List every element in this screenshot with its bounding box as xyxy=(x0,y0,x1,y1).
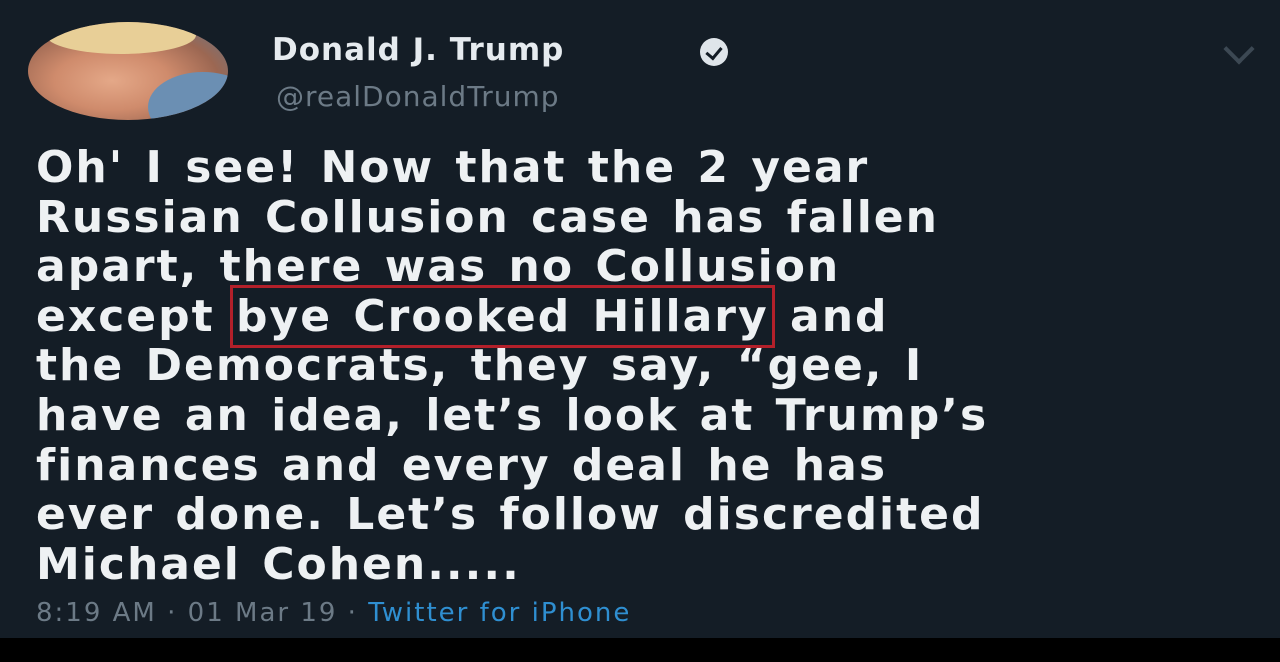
tweet-text-line: have an idea, let’s look at Trump’s xyxy=(36,389,989,441)
avatar[interactable] xyxy=(28,22,228,120)
tweet-meta: 8:19 AM · 01 Mar 19 · Twitter for iPhone xyxy=(36,598,631,628)
author-handle[interactable]: @realDonaldTrump xyxy=(276,80,560,113)
tweet-card: Donald J. Trump @realDonaldTrump Oh' I s… xyxy=(0,0,1280,638)
verified-badge-icon xyxy=(700,38,728,66)
author-display-name[interactable]: Donald J. Trump xyxy=(272,32,564,68)
tweet-text-line: ever done. Let’s follow discredited xyxy=(36,489,985,541)
tweet-text-segment: except xyxy=(36,290,215,342)
tweet-text-segment: and xyxy=(790,290,889,342)
avatar-hair xyxy=(46,22,196,54)
tweet-source-link[interactable]: Twitter for iPhone xyxy=(368,598,631,628)
tweet-timestamp[interactable]: 8:19 AM · 01 Mar 19 · xyxy=(36,598,368,628)
tweet-text-line: Oh' I see! Now that the 2 year xyxy=(36,142,870,193)
avatar-shoulder xyxy=(148,72,228,120)
tweet-text-line: Russian Collusion case has fallen xyxy=(36,191,939,243)
tweet-text-line: Michael Cohen..... xyxy=(36,538,521,590)
bottom-bar xyxy=(0,638,1280,662)
chevron-down-icon[interactable] xyxy=(1223,33,1255,65)
highlighted-phrase: bye Crooked Hillary xyxy=(230,284,775,348)
tweet-text-line-highlighted: except bye Crooked Hillary and xyxy=(36,284,1266,348)
tweet-text-line: apart, there was no Collusion xyxy=(36,241,841,293)
tweet-text-line: the Democrats, they say, “gee, I xyxy=(36,340,924,392)
tweet-text: Oh' I see! Now that the 2 year Russian C… xyxy=(36,143,1266,589)
tweet-text-line: finances and every deal he has xyxy=(36,439,888,491)
